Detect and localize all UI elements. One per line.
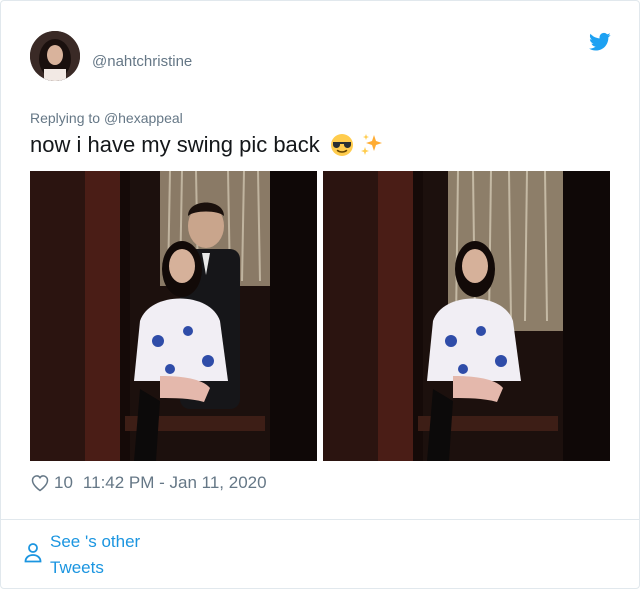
avatar[interactable] — [30, 31, 80, 81]
person-icon — [24, 543, 42, 563]
tweet-footer: See 's other Tweets — [24, 529, 170, 581]
twitter-bird-icon[interactable] — [589, 32, 611, 52]
sparkles-emoji — [360, 134, 382, 155]
tweet-photo-2[interactable] — [323, 171, 610, 461]
heart-icon[interactable] — [30, 473, 50, 493]
see-other-tweets-link[interactable]: See 's other Tweets — [50, 529, 170, 581]
like-count[interactable]: 10 — [54, 473, 73, 493]
author-handle[interactable]: @nahtchristine — [92, 53, 192, 70]
sunglasses-emoji — [330, 134, 353, 156]
reply-mention-link[interactable]: @hexappeal — [104, 110, 183, 126]
tweet-text-content: now i have my swing pic back — [30, 132, 320, 157]
footer-divider — [1, 519, 639, 520]
embedded-tweet-card: @nahtchristine Replying to @hexappeal no… — [0, 0, 640, 589]
tweet-photo-1[interactable] — [30, 171, 317, 461]
timestamp-link[interactable]: 11:42 PM - Jan 11, 2020 — [83, 473, 267, 493]
tweet-text: now i have my swing pic back — [30, 132, 384, 158]
tweet-meta: 10 11:42 PM - Jan 11, 2020 — [30, 473, 267, 493]
reply-prefix: Replying to — [30, 110, 101, 126]
reply-context: Replying to @hexappeal — [30, 110, 183, 126]
